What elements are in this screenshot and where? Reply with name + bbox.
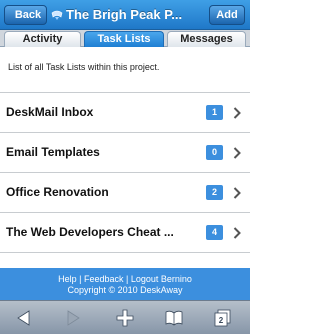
forward-arrow-icon[interactable] [63, 308, 83, 328]
footer-links: Help | Feedback | Logout Bernino [0, 268, 250, 284]
add-button[interactable]: Add [209, 5, 245, 25]
task-list-name: Office Renovation [6, 185, 109, 199]
help-link[interactable]: Help [58, 274, 77, 284]
logout-link[interactable]: Logout Bernino [131, 274, 192, 284]
footer-separator: | [76, 274, 84, 284]
task-list-row[interactable]: Office Renovation 2 [0, 173, 250, 213]
task-list-name: The Web Developers Cheat ... [6, 225, 174, 239]
back-button[interactable]: Back [4, 5, 47, 25]
chevron-right-icon [233, 187, 241, 199]
tab-bar: Activity Task Lists Messages [0, 30, 250, 47]
project-icon [51, 10, 63, 20]
task-list-row[interactable]: The Web Developers Cheat ... 4 [0, 213, 250, 253]
pages-icon[interactable]: 2 [213, 308, 233, 328]
back-arrow-icon[interactable] [14, 308, 34, 328]
navbar: Back The Brigh Peak P... Add [0, 0, 250, 30]
count-badge: 4 [206, 225, 223, 240]
page-title: The Brigh Peak P... [66, 7, 183, 22]
task-list-name: DeskMail Inbox [6, 105, 94, 119]
count-badge: 2 [206, 185, 223, 200]
feedback-link[interactable]: Feedback [84, 274, 124, 284]
chevron-right-icon [233, 227, 241, 239]
copyright: Copyright © 2010 DeskAway [67, 285, 183, 295]
tab-count: 2 [219, 316, 224, 325]
chevron-right-icon [233, 147, 241, 159]
plus-icon[interactable] [115, 308, 135, 328]
task-list-row[interactable]: Email Templates 0 [0, 133, 250, 173]
task-list-row[interactable]: DeskMail Inbox 1 [0, 93, 250, 133]
chevron-right-icon [233, 107, 241, 119]
bookmarks-icon[interactable] [164, 308, 184, 328]
tab-messages[interactable]: Messages [167, 31, 246, 47]
tab-task-lists[interactable]: Task Lists [84, 31, 164, 47]
count-badge: 0 [206, 145, 223, 160]
tab-activity[interactable]: Activity [4, 31, 81, 47]
back-button-label: Back [14, 9, 42, 21]
footer: Help | Feedback | Logout Bernino Copyrig… [0, 268, 250, 300]
count-badge: 1 [206, 105, 223, 120]
browser-toolbar: 2 [0, 300, 250, 334]
task-list-name: Email Templates [6, 145, 100, 159]
page-description: List of all Task Lists within this proje… [8, 62, 160, 72]
footer-separator: | [123, 274, 131, 284]
